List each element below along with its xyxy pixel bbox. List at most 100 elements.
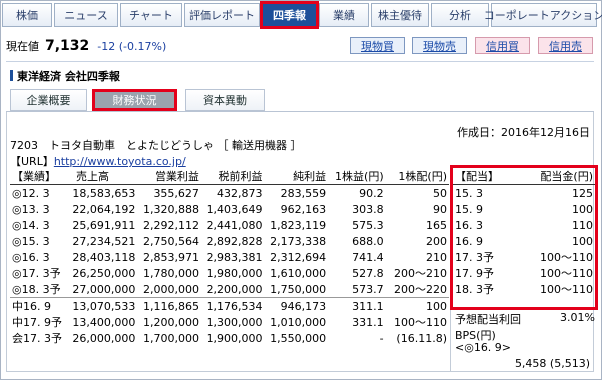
divider xyxy=(6,61,594,62)
table-cell: 1,300,000 xyxy=(206,315,263,329)
table-cell: 962,163 xyxy=(280,202,327,216)
table-row: ◎13. 3 22,064,192 1,320,888 1,403,649 962,16… xyxy=(10,201,449,217)
table-cell: 1,610,000 xyxy=(270,266,327,280)
created-date: 作成日：2016年12月16日 xyxy=(457,126,590,139)
tab-stock-price[interactable]: 株価 xyxy=(2,3,52,27)
table-cell: 100～110 xyxy=(540,267,593,280)
table-cell: 50 xyxy=(433,186,447,200)
table-cell: 18,583,653 xyxy=(72,186,136,200)
tab-rating-report[interactable]: 評価レポート xyxy=(184,3,260,27)
table-cell: 1,750,000 xyxy=(270,282,327,296)
table-cell: 1,010,000 xyxy=(270,315,327,329)
table-cell: 741.4 xyxy=(352,250,384,264)
table-cell: 13,070,533 xyxy=(64,297,138,314)
table-row: ◎15. 3 27,234,521 2,750,564 2,892,828 2,173,… xyxy=(10,233,449,249)
table-row: ◎16. 3 28,403,118 2,853,971 2,983,381 2,312,… xyxy=(10,249,449,265)
tab-shareholder-benefits[interactable]: 株主優待 xyxy=(371,3,429,27)
table-header-row: 【業績】 売上高 営業利益 税前利益 純利益 1株益(円) 1株配(円) xyxy=(10,168,449,185)
company-url-link[interactable]: http://www.toyota.co.jp/ xyxy=(54,155,186,168)
table-cell: 1,550,000 xyxy=(270,331,327,345)
table-cell: 90 xyxy=(433,202,447,216)
table-cell: 17. 3予 xyxy=(455,251,494,264)
stock-identity: 7203 トヨタ自動車 とよたじどうしゃ ［ 輸送用機器 ］ xyxy=(10,139,302,152)
table-cell: 1,823,119 xyxy=(270,218,327,232)
table-cell: 17. 9予 xyxy=(455,267,494,280)
tab-chart[interactable]: チャート xyxy=(120,3,182,27)
table-cell: 575.3 xyxy=(352,218,384,232)
table-cell: 200 xyxy=(426,234,447,248)
table-row: 16. 9 100 xyxy=(453,233,595,249)
table-cell: 1,176,534 xyxy=(200,297,265,314)
table-cell: ◎13. 3 xyxy=(12,202,50,216)
table-cell: 13,400,000 xyxy=(72,315,136,329)
table-cell: 1,900,000 xyxy=(206,331,263,345)
table-cell: 27,234,521 xyxy=(72,234,136,248)
table-row: 15. 9 100 xyxy=(453,201,595,217)
table-cell: 527.8 xyxy=(352,266,384,280)
table-cell: 中17. 9予 xyxy=(12,316,62,329)
cash-sell-button[interactable]: 現物売 xyxy=(412,37,467,54)
table-cell: 25,691,911 xyxy=(72,218,136,232)
table-cell: 26,000,000 xyxy=(72,331,136,345)
table-cell: 1,780,000 xyxy=(142,266,199,280)
table-cell: 2,292,112 xyxy=(142,218,199,232)
table-cell: 110 xyxy=(572,218,593,232)
table-cell: 1,320,888 xyxy=(142,202,199,216)
url-line: 【URL】http://www.toyota.co.jp/ xyxy=(10,153,186,169)
table-cell: 100～110 xyxy=(540,283,593,296)
col-header: 配当金(円) xyxy=(517,168,595,185)
table-row: 中16. 9 13,070,533 1,116,865 1,176,534 946,17… xyxy=(10,297,449,314)
tab-news[interactable]: ニュース xyxy=(54,3,118,27)
table-cell: - xyxy=(379,331,384,345)
col-header: 純利益 xyxy=(264,168,329,185)
table-cell: 26,250,000 xyxy=(72,266,136,280)
company-header: 東洋経済 会社四季報 xyxy=(17,70,120,83)
table-cell: 283,559 xyxy=(280,186,327,200)
table-cell: 2,312,694 xyxy=(270,250,327,264)
table-row: 16. 3 110 xyxy=(453,217,595,233)
table-row: 18. 3予 100～110 xyxy=(453,281,595,297)
bps-period: <◎16. 9> xyxy=(455,341,512,354)
table-cell: 1,700,000 xyxy=(142,331,199,345)
subtab-company-overview[interactable]: 企業概要 xyxy=(10,89,87,111)
table-cell: 100～110 xyxy=(540,251,593,264)
table-cell: 15. 9 xyxy=(455,202,483,216)
col-header: 売上高 xyxy=(64,168,138,185)
section-marker xyxy=(10,70,13,81)
table-cell: 688.0 xyxy=(352,234,384,248)
table-cell: 90.2 xyxy=(359,186,384,200)
table-row: 15. 3 125 xyxy=(453,185,595,202)
table-cell: 16. 3 xyxy=(455,218,483,232)
col-header: 1株益(円) xyxy=(328,168,386,185)
table-row: ◎18. 3予 27,000,000 2,000,000 2,200,000 1,750… xyxy=(10,281,449,298)
table-cell: 210 xyxy=(426,250,447,264)
tab-earnings[interactable]: 業績 xyxy=(319,3,369,27)
table-cell: 1,200,000 xyxy=(142,315,199,329)
table-cell: ◎15. 3 xyxy=(12,234,50,248)
table-row: 17. 9予 100～110 xyxy=(453,265,595,281)
table-cell: 会17. 3予 xyxy=(12,332,62,345)
tab-corporate-action[interactable]: コーポレートアクション xyxy=(484,3,602,27)
table-cell: 573.7 xyxy=(352,282,384,296)
table-cell: 2,983,381 xyxy=(206,250,263,264)
table-cell: ◎12. 3 xyxy=(12,186,50,200)
subtab-capital-changes[interactable]: 資本異動 xyxy=(185,89,265,111)
cash-buy-button[interactable]: 現物買 xyxy=(350,37,405,54)
table-cell: 16. 9 xyxy=(455,234,483,248)
table-cell: 200～220 xyxy=(394,283,447,296)
table-cell: 2,892,828 xyxy=(206,234,263,248)
table-cell: 100～110 xyxy=(394,316,447,329)
table-cell: (16.11.8) xyxy=(396,331,447,345)
tab-analysis[interactable]: 分析 xyxy=(431,3,489,27)
margin-sell-button[interactable]: 信用売 xyxy=(538,37,593,54)
yield-value: 3.01% xyxy=(560,311,595,324)
table-cell: 2,750,564 xyxy=(142,234,199,248)
table-cell: 100 xyxy=(572,202,593,216)
tab-shikiho[interactable]: 四季報 xyxy=(260,1,319,29)
expected-yield: 予想配当利回 3.01% xyxy=(455,311,595,327)
table-row: ◎12. 3 18,583,653 355,627 432,873 283,559 90.… xyxy=(10,185,449,202)
table-cell: 165 xyxy=(426,218,447,232)
table-cell: 125 xyxy=(572,186,593,200)
subtab-financial-status[interactable]: 財務状況 xyxy=(92,89,177,111)
margin-buy-button[interactable]: 信用買 xyxy=(475,37,530,54)
